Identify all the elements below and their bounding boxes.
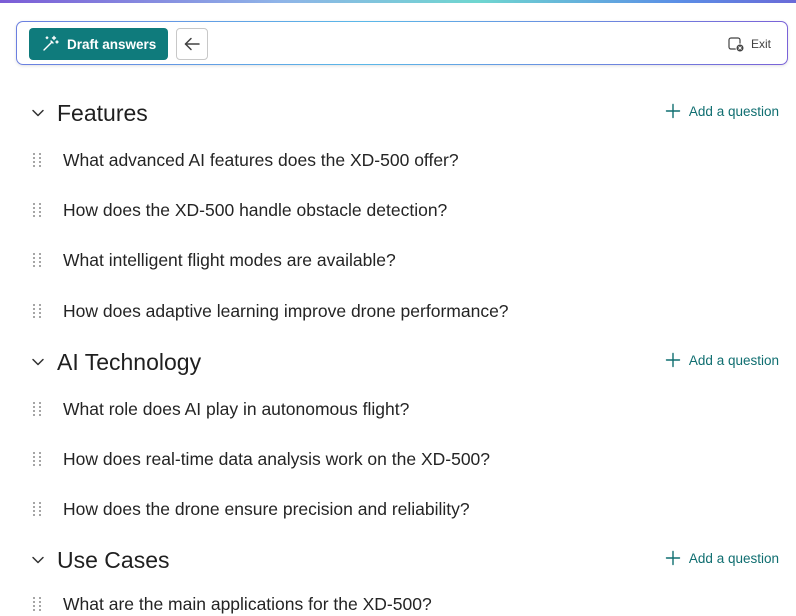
draft-answers-button[interactable]: Draft answers (29, 28, 168, 60)
plus-icon (665, 550, 681, 566)
add-question-button[interactable]: Add a question (665, 103, 779, 119)
add-question-button[interactable]: Add a question (665, 550, 779, 566)
question-text: What intelligent flight modes are availa… (63, 250, 396, 270)
question-text: How does real-time data analysis work on… (63, 449, 491, 469)
section-title: Features (57, 100, 148, 126)
draft-answers-label: Draft answers (67, 36, 157, 52)
chevron-down-icon[interactable] (31, 355, 45, 369)
plus-icon (665, 352, 681, 368)
magic-pen-icon (41, 35, 59, 53)
question-row[interactable]: What role does AI play in autonomous fli… (0, 397, 796, 421)
question-text: How does the drone ensure precision and … (63, 499, 470, 519)
plus-icon (665, 103, 681, 119)
drag-handle-icon[interactable] (32, 202, 42, 218)
add-question-button[interactable]: Add a question (665, 352, 779, 368)
section-header-ai-technology: AI Technology Add a question (0, 347, 796, 377)
drag-handle-icon[interactable] (32, 152, 42, 168)
chevron-down-icon[interactable] (31, 106, 45, 120)
add-question-label: Add a question (688, 103, 779, 119)
question-text: What advanced AI features does the XD-50… (63, 150, 459, 170)
exit-icon (727, 35, 745, 53)
question-text: How does adaptive learning improve drone… (63, 301, 509, 321)
question-row[interactable]: What are the main applications for the X… (0, 592, 796, 616)
section-header-features: Features Add a question (0, 98, 796, 128)
question-text: What are the main applications for the X… (63, 594, 432, 614)
question-row[interactable]: What advanced AI features does the XD-50… (0, 148, 796, 172)
drag-handle-icon[interactable] (32, 303, 42, 319)
question-text: What role does AI play in autonomous fli… (63, 399, 410, 419)
question-row[interactable]: How does the XD-500 handle obstacle dete… (0, 198, 796, 222)
question-text: How does the XD-500 handle obstacle dete… (63, 200, 448, 220)
add-question-label: Add a question (688, 550, 779, 566)
arrow-left-icon (183, 35, 201, 53)
drag-handle-icon[interactable] (32, 451, 42, 467)
question-row[interactable]: How does adaptive learning improve drone… (0, 299, 796, 323)
section-title: Use Cases (57, 547, 170, 573)
question-row[interactable]: How does real-time data analysis work on… (0, 447, 796, 471)
add-question-label: Add a question (688, 352, 779, 368)
top-accent-bar (0, 0, 796, 3)
back-button[interactable] (176, 28, 208, 60)
drag-handle-icon[interactable] (32, 252, 42, 268)
question-row[interactable]: What intelligent flight modes are availa… (0, 248, 796, 272)
chevron-down-icon[interactable] (31, 553, 45, 567)
section-title: AI Technology (57, 349, 202, 375)
section-header-use-cases: Use Cases Add a question (0, 545, 796, 575)
toolbar: Draft answers Exit (16, 21, 788, 65)
drag-handle-icon[interactable] (32, 501, 42, 517)
drag-handle-icon[interactable] (32, 401, 42, 417)
question-row[interactable]: How does the drone ensure precision and … (0, 497, 796, 521)
drag-handle-icon[interactable] (32, 596, 42, 612)
exit-button[interactable]: Exit (727, 34, 771, 54)
exit-label: Exit (750, 37, 771, 51)
